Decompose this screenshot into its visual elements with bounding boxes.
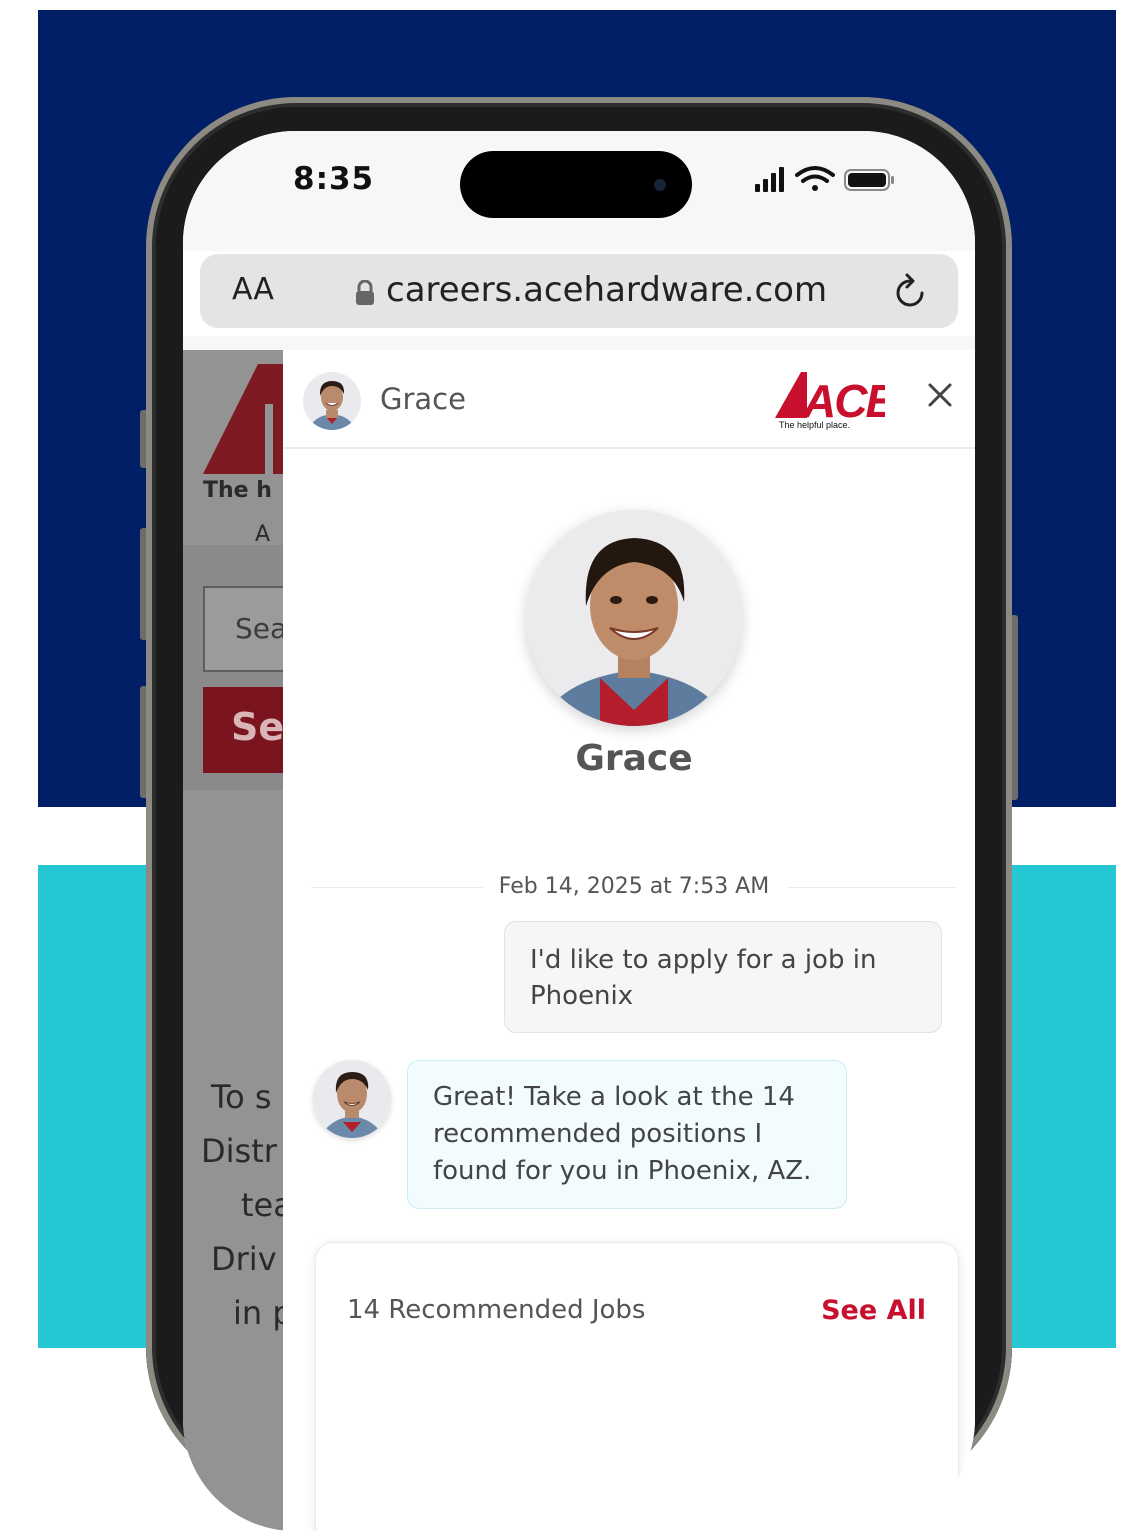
background-paragraph: To s Distr tea Driv in p <box>201 1070 283 1340</box>
browser-address-bar[interactable]: AA careers.acehardware.com <box>200 254 958 328</box>
assistant-portrait-large-icon <box>540 538 728 726</box>
battery-icon <box>844 169 894 191</box>
phone-screen: 8:35 AA careers.acehardware.com The h A … <box>183 131 975 1531</box>
recommended-jobs-title: 14 Recommended Jobs <box>347 1295 646 1325</box>
assistant-avatar-small <box>303 372 361 430</box>
status-bar: 8:35 <box>183 131 975 251</box>
background-search-placeholder: Sea <box>235 612 283 645</box>
text-size-button[interactable]: AA <box>232 272 274 307</box>
background-paragraph-line: To s <box>211 1078 272 1116</box>
lock-icon <box>356 280 374 305</box>
ace-logo-triangle-icon <box>203 364 283 474</box>
assistant-portrait-icon <box>309 381 355 430</box>
assistant-portrait-icon <box>321 1072 383 1138</box>
recommended-jobs-card: 14 Recommended Jobs See All <box>315 1242 959 1531</box>
see-all-link[interactable]: See All <box>821 1295 926 1326</box>
ace-logo-tagline: The helpful place. <box>779 420 850 430</box>
reload-icon[interactable] <box>893 272 929 310</box>
user-message-text: I'd like to apply for a job in Phoenix <box>530 945 877 1011</box>
status-time: 8:35 <box>293 161 375 197</box>
status-icons <box>755 166 894 192</box>
assistant-message-text: Great! Take a look at the 14 recommended… <box>433 1082 812 1186</box>
background-webpage-dimmed: The h A c Sea Se To s Distr tea Driv in … <box>183 350 283 1531</box>
close-icon[interactable] <box>923 378 957 412</box>
signal-icon <box>755 167 784 192</box>
assistant-message-avatar <box>313 1060 391 1138</box>
background-search-button-label: Se <box>231 705 283 749</box>
ace-hardware-logo: ACE The helpful place. <box>773 370 899 432</box>
background-paragraph-line: tea <box>241 1186 283 1224</box>
user-message-bubble: I'd like to apply for a job in Phoenix <box>504 921 942 1033</box>
background-paragraph-line: in p <box>233 1294 283 1332</box>
assistant-message-bubble: Great! Take a look at the 14 recommended… <box>407 1060 847 1209</box>
chat-panel: Grace ACE The helpful place. <box>283 350 975 1531</box>
assistant-avatar-large <box>526 510 742 726</box>
background-search-input: Sea <box>203 586 283 672</box>
browser-toolbar-edge <box>183 336 975 350</box>
background-paragraph-line: Distr <box>201 1132 277 1170</box>
background-paragraph-line: Driv <box>211 1240 277 1278</box>
assistant-name: Grace <box>575 738 693 779</box>
background-logo-tagline: The h <box>203 478 272 503</box>
dynamic-island <box>460 151 692 218</box>
chat-header: Grace ACE The helpful place. <box>283 350 975 449</box>
front-camera <box>654 179 666 191</box>
url-text[interactable]: careers.acehardware.com <box>386 270 827 310</box>
background-tagline-text: The h <box>203 478 272 503</box>
ace-logo-icon: ACE The helpful place. <box>775 372 899 430</box>
wifi-icon <box>795 166 835 191</box>
background-search-button: Se <box>203 687 283 773</box>
text-size-label: AA <box>232 272 274 307</box>
message-timestamp: Feb 14, 2025 at 7:53 AM <box>498 874 770 899</box>
chat-header-name: Grace <box>380 382 466 416</box>
